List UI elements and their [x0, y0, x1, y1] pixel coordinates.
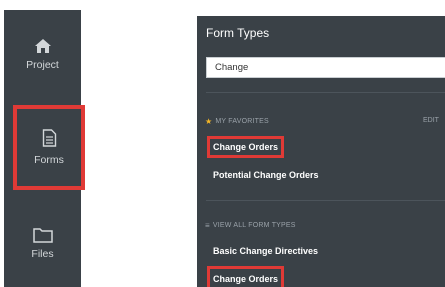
all-types-header-label: VIEW ALL FORM TYPES	[212, 222, 296, 229]
highlight-box	[207, 136, 284, 158]
panel-title: Form Types	[206, 26, 270, 40]
nav-item-label: Project	[26, 59, 59, 71]
nav-item-forms[interactable]: Forms	[13, 105, 85, 190]
divider	[206, 200, 445, 201]
list-icon: ≡	[205, 221, 210, 230]
search-input[interactable]	[206, 57, 445, 78]
highlight-box	[207, 266, 284, 287]
nav-item-label: Forms	[34, 154, 64, 166]
favorites-header-label: MY FAVORITES	[215, 118, 269, 125]
nav-item-label: Files	[31, 248, 54, 260]
folder-icon	[32, 228, 53, 243]
star-icon: ★	[205, 117, 213, 126]
edit-favorites-link[interactable]: EDIT	[423, 117, 439, 124]
form-type-basic-change-directives[interactable]: Basic Change Directives	[213, 246, 318, 256]
all-types-header: ≡ VIEW ALL FORM TYPES	[205, 221, 296, 230]
favorite-item-potential-change-orders[interactable]: Potential Change Orders	[213, 170, 319, 180]
divider	[206, 92, 445, 93]
side-nav: Project Forms Files	[4, 10, 85, 287]
home-icon	[34, 39, 51, 53]
document-icon	[42, 129, 56, 147]
nav-item-project[interactable]: Project	[4, 38, 81, 71]
favorites-header: ★ MY FAVORITES	[205, 117, 269, 126]
nav-item-files[interactable]: Files	[4, 227, 81, 260]
